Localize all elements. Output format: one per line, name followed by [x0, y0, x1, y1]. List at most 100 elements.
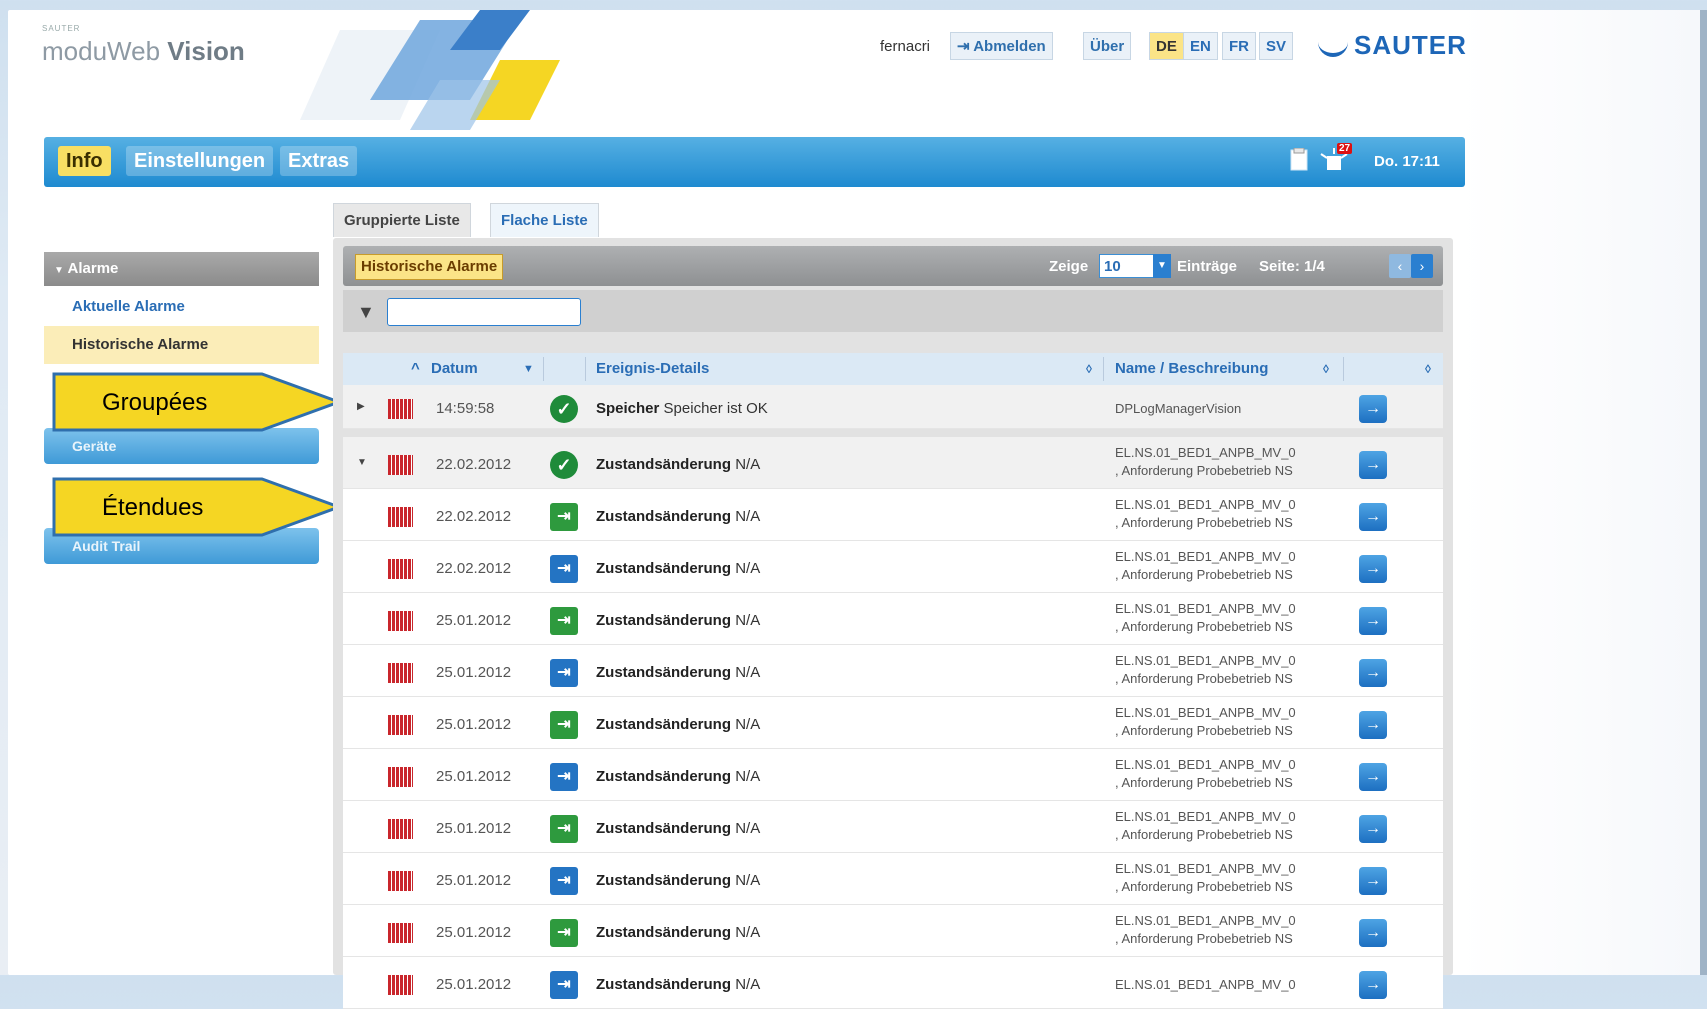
severity-icon	[388, 399, 413, 419]
open-detail-button[interactable]: →	[1359, 711, 1387, 739]
open-detail-button[interactable]: →	[1359, 451, 1387, 479]
entries-label: Einträge	[1177, 258, 1238, 275]
table-row[interactable]: 25.01.2012 ⇥ Zustandsänderung N/A EL.NS.01_…	[343, 905, 1443, 957]
column-ereignis-details[interactable]: Ereignis-Details	[596, 353, 709, 385]
alarm-panel: Historische Alarme Zeige 10 ▼ Einträge S…	[333, 238, 1453, 1009]
table-row[interactable]: 25.01.2012 ⇥ Zustandsänderung N/A EL.NS.01_…	[343, 697, 1443, 749]
severity-icon	[388, 455, 413, 475]
tab-flache-liste[interactable]: Flache Liste	[490, 203, 599, 237]
row-name: EL.NS.01_BED1_ANPB_MV_0 , Anforderung Pro…	[1115, 808, 1335, 844]
open-detail-button[interactable]: →	[1359, 555, 1387, 583]
sidebar-item-historische-alarme[interactable]: Historische Alarme	[44, 326, 319, 364]
sidebar-button-geraete[interactable]: Geräte	[44, 428, 319, 464]
table-row[interactable]: ▶ 14:59:58 ✓ Speicher Speicher ist OK DPLogM…	[343, 385, 1443, 429]
state-change-blue-icon: ⇥	[550, 659, 578, 687]
brand-suffix: Vision	[167, 36, 245, 66]
lang-de-button[interactable]: DE	[1149, 32, 1184, 60]
tab-extras[interactable]: Extras	[280, 146, 358, 176]
open-detail-button[interactable]: →	[1359, 815, 1387, 843]
sort-icon[interactable]: ◊	[1425, 353, 1431, 385]
state-change-blue-icon: ⇥	[550, 763, 578, 791]
page-background	[1460, 10, 1700, 975]
lang-fr-button[interactable]: FR	[1222, 32, 1256, 60]
table-row[interactable]: 22.02.2012 ⇥ Zustandsänderung N/A EL.NS.01_…	[343, 541, 1443, 593]
row-event-detail: N/A	[735, 976, 761, 993]
row-name-line2: , Anforderung Probebetrieb NS	[1115, 775, 1293, 790]
logout-button[interactable]: ⇥ Abmelden	[950, 32, 1053, 60]
logout-icon: ⇥	[957, 38, 970, 55]
row-event-name: Zustandsänderung	[596, 768, 732, 785]
table-row[interactable]: 22.02.2012 ⇥ Zustandsänderung N/A EL.NS.01_…	[343, 489, 1443, 541]
open-detail-button[interactable]: →	[1359, 659, 1387, 687]
row-date: 22.02.2012	[436, 560, 512, 577]
open-detail-button[interactable]: →	[1359, 971, 1387, 999]
show-label: Zeige	[1049, 258, 1089, 275]
open-detail-button[interactable]: →	[1359, 395, 1387, 423]
status-ok-icon: ✓	[550, 451, 578, 479]
expand-arrow-icon[interactable]: ▶	[357, 401, 365, 412]
notes-icon[interactable]	[1289, 148, 1309, 172]
table-row[interactable]: 25.01.2012 ⇥ Zustandsänderung N/A EL.NS.01_…	[343, 593, 1443, 645]
row-name: EL.NS.01_BED1_ANPB_MV_0 , Anforderung Pro…	[1115, 652, 1335, 688]
state-change-green-icon: ⇥	[550, 919, 578, 947]
row-event-name: Zustandsänderung	[596, 560, 732, 577]
entries-dropdown-icon[interactable]: ▼	[1153, 254, 1171, 278]
open-detail-button[interactable]: →	[1359, 503, 1387, 531]
state-change-blue-icon: ⇥	[550, 555, 578, 583]
lang-sv-button[interactable]: SV	[1259, 32, 1294, 60]
sort-asc-icon[interactable]: ^	[411, 353, 420, 385]
sort-icon[interactable]: ◊	[1086, 353, 1092, 385]
column-datum-dropdown-icon[interactable]: ▼	[523, 353, 534, 385]
row-event: Zustandsänderung N/A	[596, 456, 760, 473]
tab-einstellungen[interactable]: Einstellungen	[126, 146, 274, 176]
row-event-name: Zustandsänderung	[596, 456, 732, 473]
row-event-name: Speicher	[596, 400, 660, 417]
next-page-button[interactable]: ›	[1411, 254, 1433, 278]
open-detail-button[interactable]: →	[1359, 607, 1387, 635]
column-name-beschreibung[interactable]: Name / Beschreibung	[1115, 353, 1268, 385]
table-row[interactable]: 25.01.2012 ⇥ Zustandsänderung N/A EL.NS.01_…	[343, 645, 1443, 697]
table-row[interactable]: ▼ 22.02.2012 ✓ Zustandsänderung N/A EL.NS.01…	[343, 437, 1443, 489]
entries-select[interactable]: 10	[1099, 254, 1157, 278]
filter-icon[interactable]: ▼	[357, 302, 375, 323]
table-row[interactable]: 25.01.2012 ⇥ Zustandsänderung N/A EL.NS.01_…	[343, 749, 1443, 801]
open-detail-button[interactable]: →	[1359, 919, 1387, 947]
severity-icon	[388, 871, 413, 891]
column-separator	[585, 357, 586, 381]
filter-input[interactable]	[387, 298, 581, 326]
tab-info[interactable]: Info	[58, 146, 111, 176]
severity-icon	[388, 559, 413, 579]
alarm-count-badge: 27	[1337, 143, 1353, 154]
brand-prefix: moduWeb	[42, 36, 161, 66]
brand-title: moduWeb Vision	[42, 36, 245, 67]
table-row[interactable]: 25.01.2012 ⇥ Zustandsänderung N/A EL.NS.01_…	[343, 853, 1443, 905]
row-name: EL.NS.01_BED1_ANPB_MV_0 , Anforderung Pro…	[1115, 548, 1335, 584]
row-date: 25.01.2012	[436, 924, 512, 941]
row-event: Zustandsänderung N/A	[596, 768, 760, 785]
row-event-detail: N/A	[735, 456, 761, 473]
row-name-line1: EL.NS.01_BED1_ANPB_MV_0	[1115, 601, 1296, 616]
sidebar-item-aktuelle-alarme[interactable]: Aktuelle Alarme	[44, 288, 319, 326]
row-date: 22.02.2012	[436, 456, 512, 473]
row-event: Zustandsänderung N/A	[596, 872, 760, 889]
open-detail-button[interactable]: →	[1359, 763, 1387, 791]
about-button[interactable]: Über	[1083, 32, 1132, 60]
row-name-line2: , Anforderung Probebetrieb NS	[1115, 879, 1293, 894]
table-row[interactable]: 25.01.2012 ⇥ Zustandsänderung N/A EL.NS.01_…	[343, 801, 1443, 853]
row-event: Zustandsänderung N/A	[596, 924, 760, 941]
tab-gruppierte-liste[interactable]: Gruppierte Liste	[333, 203, 471, 237]
brand-small-text: SAUTER	[42, 24, 81, 33]
sidebar-section-alarme[interactable]: ▼ Alarme	[44, 252, 319, 286]
prev-page-button[interactable]: ‹	[1389, 254, 1411, 278]
row-name-line1: EL.NS.01_BED1_ANPB_MV_0	[1115, 913, 1296, 928]
lang-en-button[interactable]: EN	[1183, 32, 1218, 60]
row-event-detail: N/A	[735, 768, 761, 785]
table-row[interactable]: 25.01.2012 ⇥ Zustandsänderung N/A EL.NS.01_…	[343, 957, 1443, 1009]
open-detail-button[interactable]: →	[1359, 867, 1387, 895]
row-date: 25.01.2012	[436, 716, 512, 733]
column-datum[interactable]: Datum	[431, 353, 478, 385]
sort-icon[interactable]: ◊	[1323, 353, 1329, 385]
row-date: 14:59:58	[436, 400, 495, 417]
collapse-arrow-icon[interactable]: ▼	[357, 457, 367, 468]
severity-icon	[388, 507, 413, 527]
